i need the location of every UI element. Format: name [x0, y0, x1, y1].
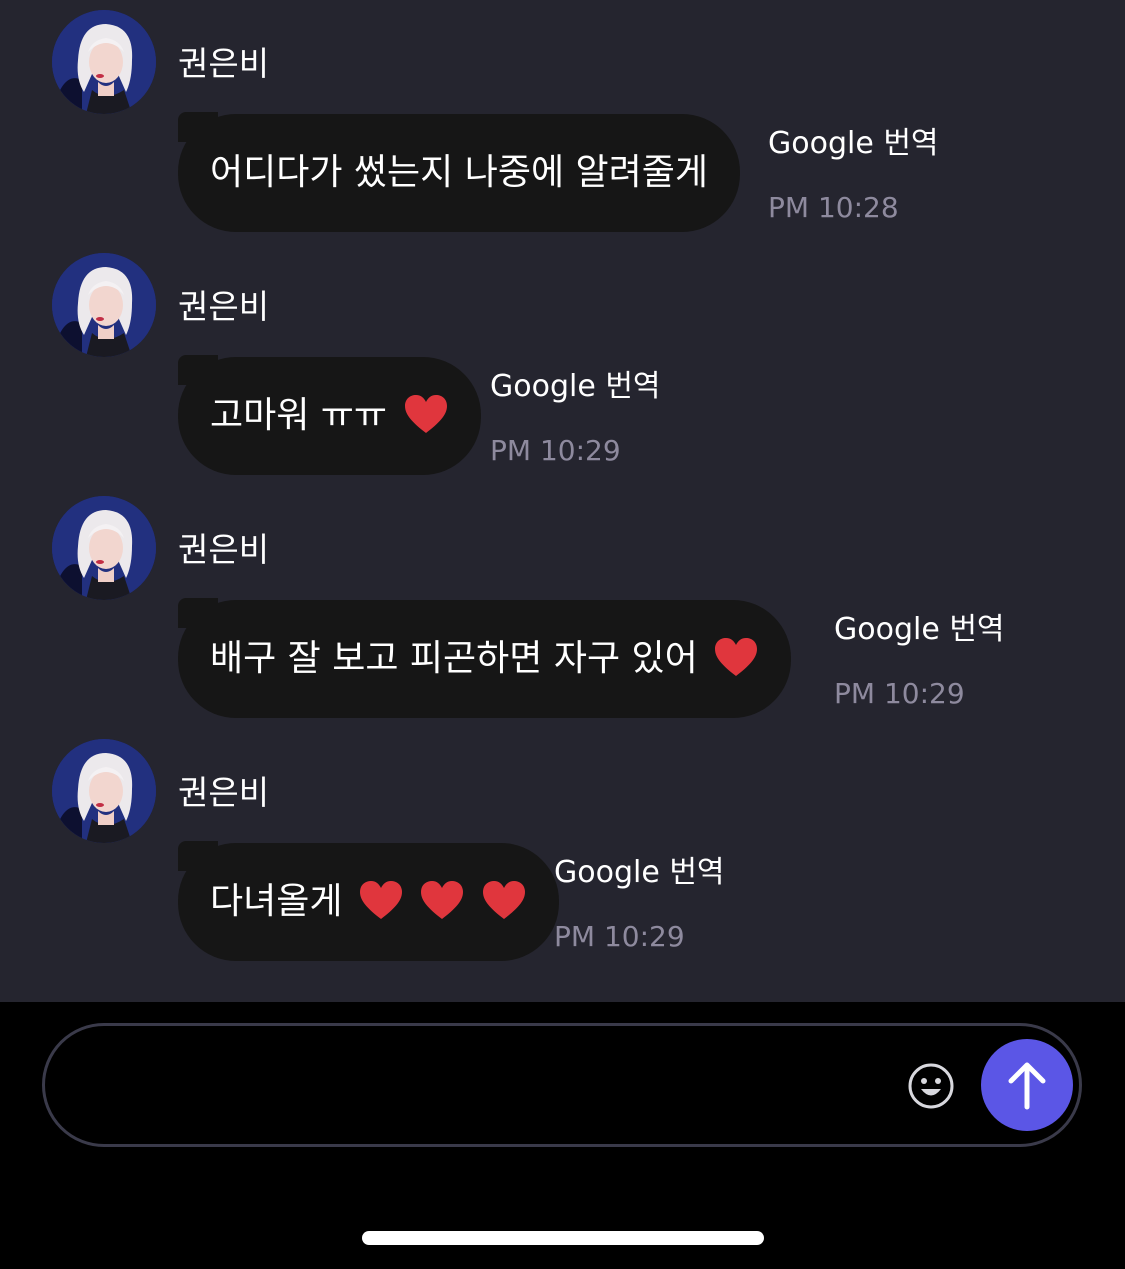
message-bubble[interactable]: 고마워 ㅠㅠ — [178, 355, 481, 475]
message-composer — [42, 1023, 1082, 1147]
emoji-button[interactable] — [907, 1062, 955, 1110]
message-item: 권은비 배구 잘 보고 피곤하면 자구 있어 Google 번역 PM 10:2… — [0, 486, 1125, 718]
google-translate-link[interactable]: Google 번역 — [768, 124, 939, 164]
send-button[interactable] — [981, 1039, 1073, 1131]
smiley-face-icon — [908, 1063, 954, 1109]
heart-icon — [715, 638, 758, 676]
home-indicator — [362, 1231, 764, 1245]
message-item: 권은비 고마워 ㅠㅠ Google 번역 PM 10:29 — [0, 243, 1125, 475]
avatar[interactable] — [52, 496, 156, 600]
heart-icon — [359, 881, 402, 919]
message-meta: Google 번역 PM 10:29 — [554, 853, 725, 955]
sender-name: 권은비 — [178, 44, 270, 83]
message-text: 배구 잘 보고 피곤하면 자구 있어 — [210, 638, 710, 679]
message-item: 권은비 다녀올게 Google 번역 PM 10:29 — [0, 729, 1125, 961]
message-meta: Google 번역 PM 10:28 — [768, 124, 939, 226]
google-translate-link[interactable]: Google 번역 — [490, 367, 661, 407]
google-translate-link[interactable]: Google 번역 — [554, 853, 725, 893]
heart-icon — [404, 395, 447, 433]
message-input[interactable] — [85, 1056, 889, 1118]
message-bubble[interactable]: 다녀올게 — [178, 841, 559, 961]
message-text: 고마워 ㅠㅠ — [210, 395, 388, 436]
avatar[interactable] — [52, 10, 156, 114]
message-timestamp: PM 10:29 — [490, 434, 621, 467]
message-timestamp: PM 10:29 — [554, 920, 685, 953]
sender-name: 권은비 — [178, 287, 270, 326]
heart-icon — [482, 881, 525, 919]
arrow-up-icon — [1008, 1062, 1046, 1110]
sender-name: 권은비 — [178, 530, 270, 569]
avatar[interactable] — [52, 739, 156, 843]
google-translate-link[interactable]: Google 번역 — [834, 610, 1005, 650]
message-item: 권은비 어디다가 썼는지 나중에 알려줄게 Google 번역 PM 10:28 — [0, 0, 1125, 232]
chat-area: 권은비 어디다가 썼는지 나중에 알려줄게 Google 번역 PM 10:28… — [0, 0, 1125, 1002]
message-text: 다녀올게 — [210, 881, 354, 922]
sender-name: 권은비 — [178, 773, 270, 812]
message-timestamp: PM 10:29 — [834, 677, 965, 710]
message-meta: Google 번역 PM 10:29 — [834, 610, 1005, 712]
message-meta: Google 번역 PM 10:29 — [490, 367, 661, 469]
avatar[interactable] — [52, 253, 156, 357]
message-bubble[interactable]: 어디다가 썼는지 나중에 알려줄게 — [178, 112, 741, 232]
message-text: 어디다가 썼는지 나중에 알려줄게 — [210, 152, 709, 193]
message-timestamp: PM 10:28 — [768, 191, 899, 224]
heart-icon — [421, 881, 464, 919]
message-bubble[interactable]: 배구 잘 보고 피곤하면 자구 있어 — [178, 598, 792, 718]
